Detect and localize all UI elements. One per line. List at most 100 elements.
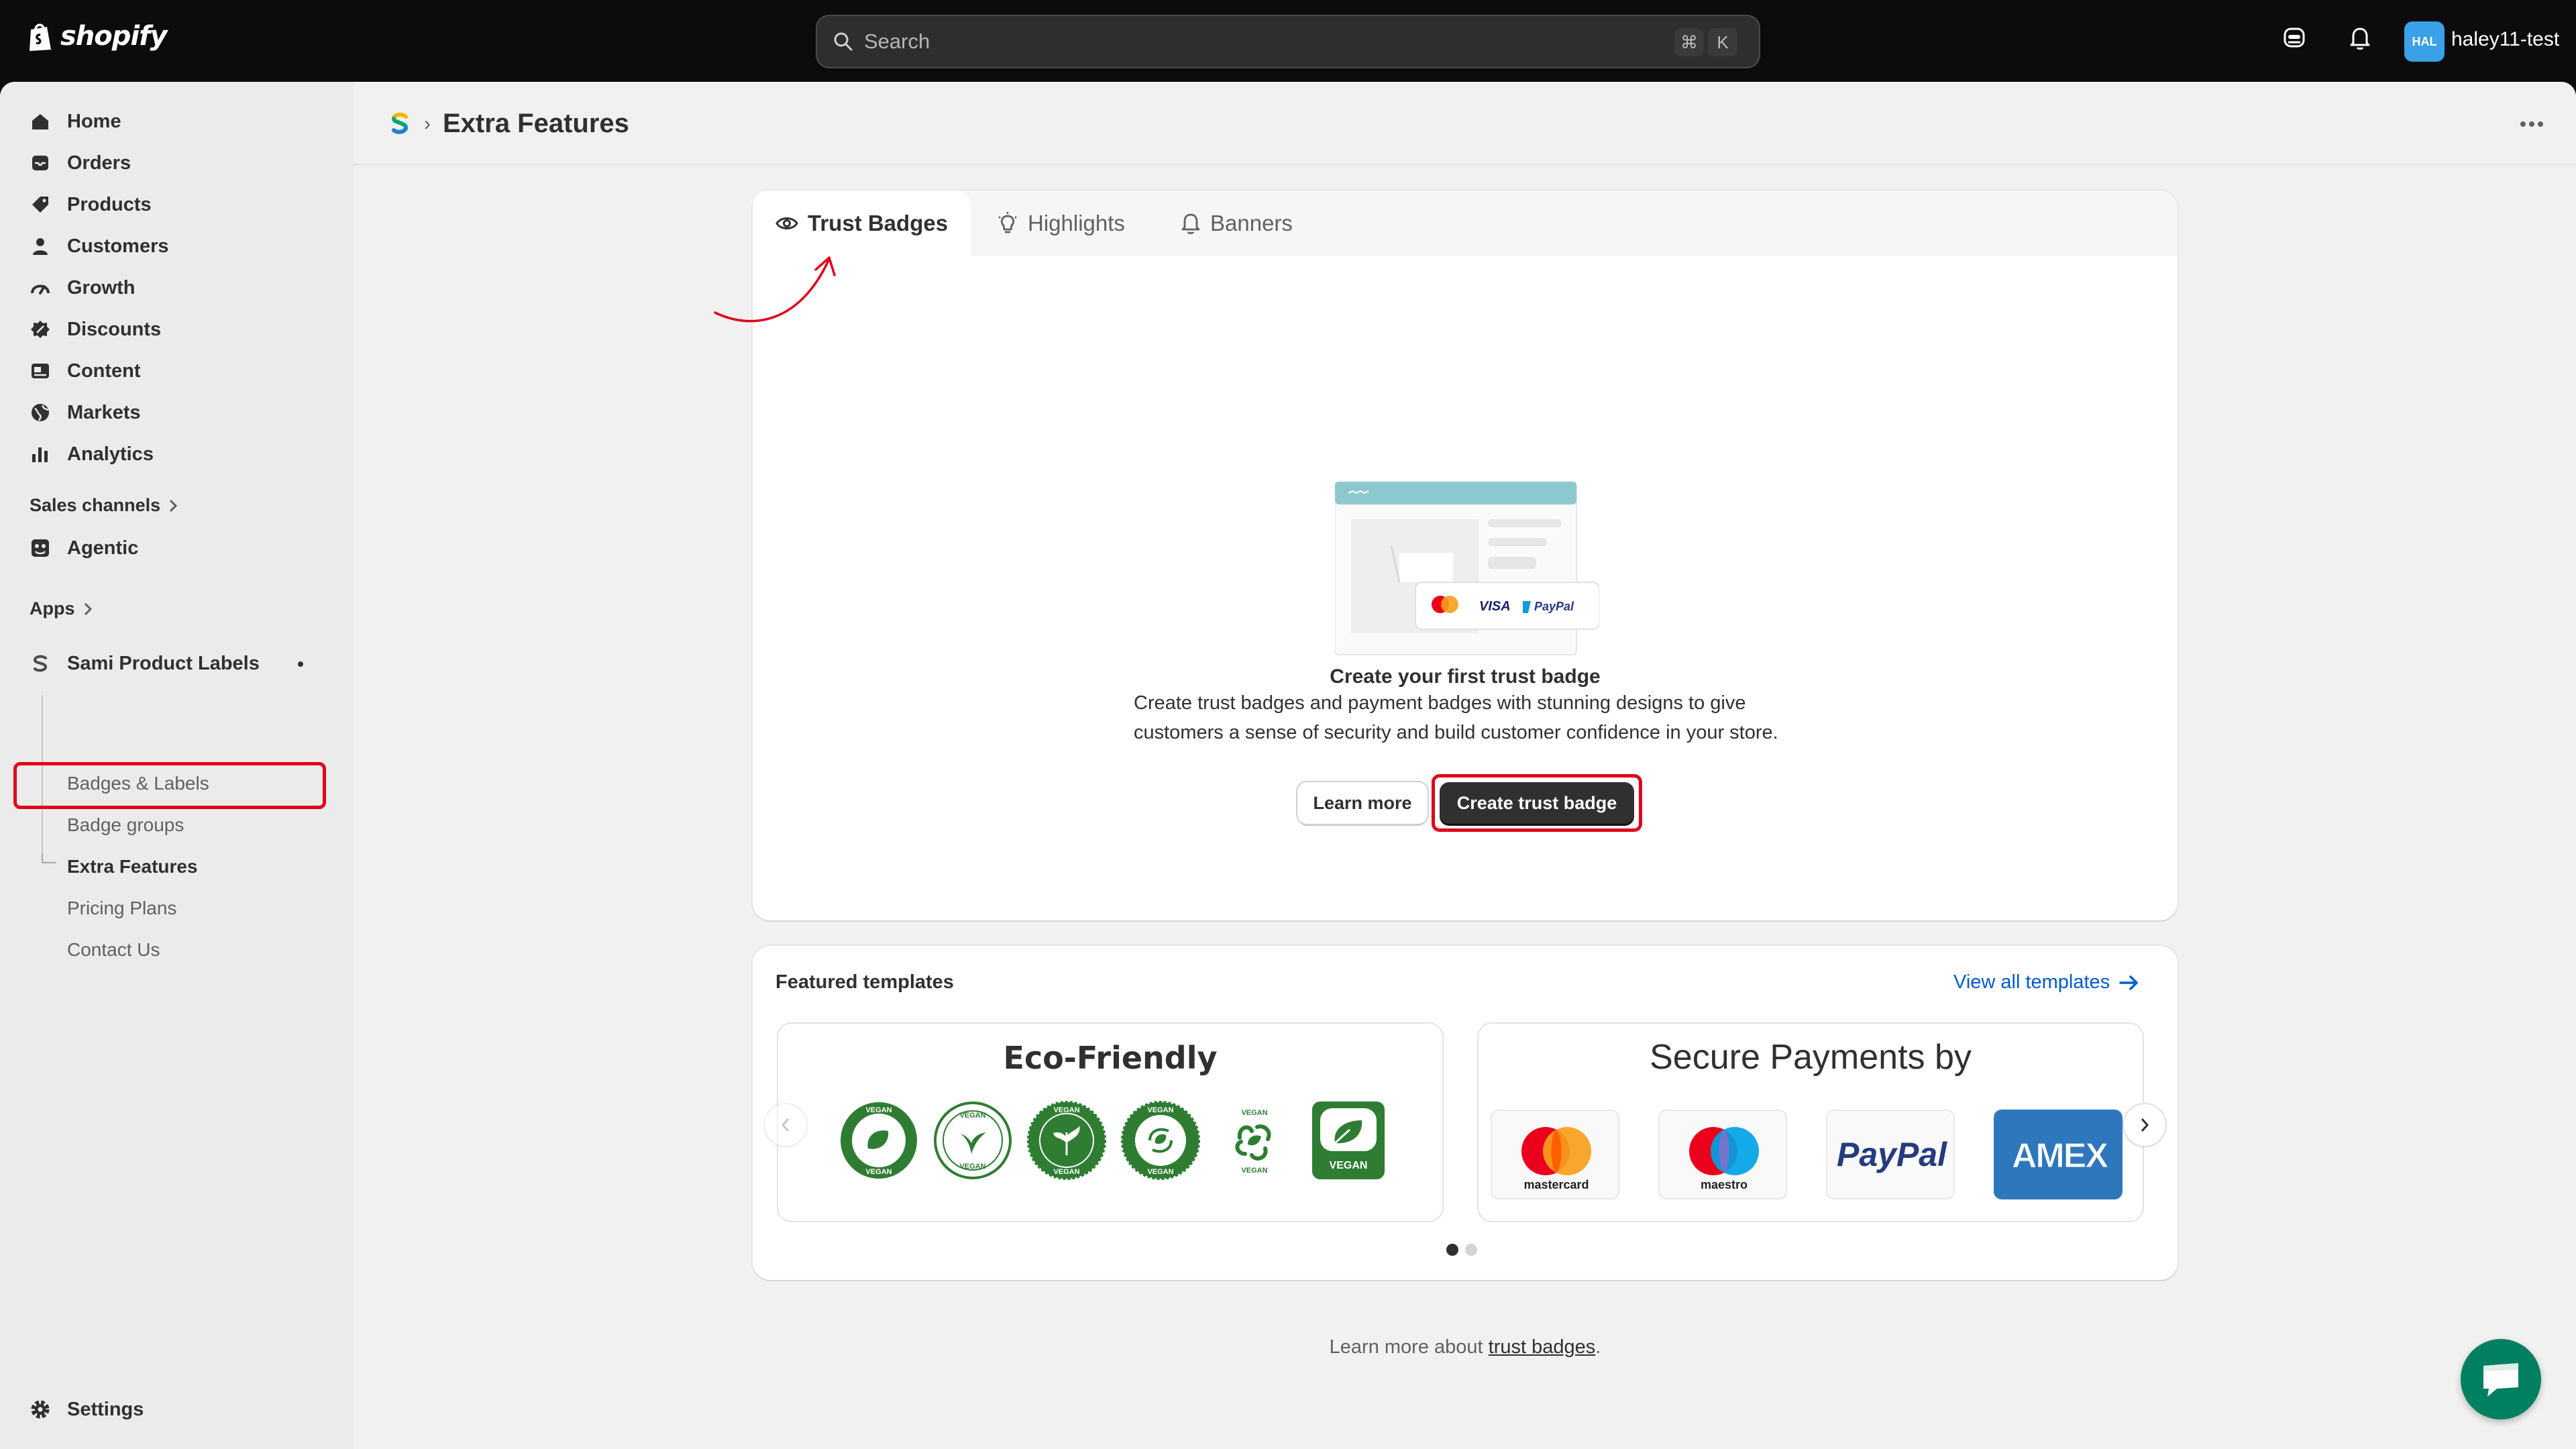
view-all-templates-link[interactable]: View all templates bbox=[1953, 971, 2139, 994]
arrow-right-icon bbox=[2119, 975, 2138, 990]
vegan-badge-icon: VEGAN VEGAN bbox=[1121, 1101, 1200, 1180]
more-horizontal-icon[interactable] bbox=[2520, 121, 2544, 127]
sidebar-subitem-pricing-plans[interactable]: Pricing Plans bbox=[67, 898, 176, 919]
template-title: Secure Payments by bbox=[1650, 1038, 1972, 1077]
sidebar-item-label: Customers bbox=[67, 235, 169, 257]
sidebar-subitem-extra-features[interactable]: Extra Features bbox=[67, 856, 198, 877]
gear-icon bbox=[31, 1400, 50, 1419]
sidekick-icon[interactable] bbox=[2282, 25, 2306, 50]
carousel-dot[interactable] bbox=[1465, 1244, 1477, 1256]
sidebar-item-products[interactable]: Products bbox=[0, 184, 354, 225]
sidebar-item-label: Settings bbox=[67, 1398, 144, 1420]
discount-icon bbox=[31, 321, 50, 338]
template-eco-friendly[interactable]: Eco-Friendly VEGAN VEGAN VEGAN VEGAN VEGAN… bbox=[777, 1022, 1444, 1222]
tab-highlights[interactable]: Highlights bbox=[997, 191, 1125, 256]
store-name[interactable]: haley11-test bbox=[2451, 28, 2559, 51]
tab-label: Banners bbox=[1210, 211, 1293, 235]
bell-icon[interactable] bbox=[2348, 25, 2372, 51]
payment-label: maestro bbox=[1701, 1178, 1748, 1191]
carousel-dot[interactable] bbox=[1446, 1244, 1458, 1256]
trust-badges-link[interactable]: trust badges bbox=[1489, 1336, 1596, 1358]
sidebar-item-sami-product-labels[interactable]: Sami Product Labels bbox=[0, 643, 354, 684]
tree-elbow bbox=[42, 853, 56, 863]
sidebar-subitem-contact-us[interactable]: Contact Us bbox=[67, 939, 160, 961]
sidebar-subitem-badge-groups[interactable]: Badge groups bbox=[67, 814, 184, 836]
trust-badges-card: Trust Badges Highlights Banners VISA Pay… bbox=[714, 191, 2178, 920]
payment-label: PayPal bbox=[1837, 1136, 1947, 1173]
globe-icon bbox=[32, 404, 49, 421]
vegan-badge-icon: VEGAN VEGAN bbox=[1235, 1109, 1271, 1175]
featured-templates-card: Featured templates View all templates Ec… bbox=[753, 946, 2178, 1280]
tag-icon bbox=[32, 197, 48, 213]
sidebar-item-label: Content bbox=[67, 360, 141, 382]
badge-label: VEGAN bbox=[1053, 1168, 1079, 1176]
sales-channels-section[interactable]: Sales channels bbox=[30, 495, 178, 516]
apps-label: Apps bbox=[30, 598, 75, 619]
chevron-left-icon bbox=[781, 1118, 790, 1132]
apps-section[interactable]: Apps bbox=[30, 598, 93, 619]
badge-label: VEGAN bbox=[1147, 1168, 1173, 1176]
tab-banners[interactable]: Banners bbox=[1181, 191, 1293, 256]
payment-label: AMEX bbox=[2012, 1136, 2109, 1175]
sidebar-item-label: Markets bbox=[67, 401, 141, 423]
carousel-next-button[interactable] bbox=[2124, 1104, 2165, 1146]
content-icon bbox=[32, 364, 49, 378]
trust-badge-illustration: VISA PayPal bbox=[1335, 482, 1599, 655]
tab-label: Highlights bbox=[1028, 211, 1125, 235]
vegan-badge-row: VEGAN VEGAN VEGAN VEGAN VEGAN VEGAN VEGAN VE… bbox=[839, 1100, 1389, 1181]
badge-label: VEGAN bbox=[1241, 1109, 1267, 1117]
sidebar-item-label: Analytics bbox=[67, 443, 154, 465]
chat-button[interactable] bbox=[2461, 1339, 2541, 1419]
vegan-badge-icon: VEGAN VEGAN bbox=[841, 1102, 917, 1179]
maestro-logo: maestro bbox=[1658, 1110, 1787, 1199]
featured-templates-title: Featured templates bbox=[775, 971, 954, 993]
gauge-icon bbox=[31, 284, 50, 294]
avatar[interactable]: HAL bbox=[2404, 21, 2445, 62]
empty-state-title: Create your first trust badge bbox=[1330, 665, 1601, 688]
sidebar-item-growth[interactable]: Growth bbox=[0, 267, 354, 309]
sidebar-item-analytics[interactable]: Analytics bbox=[0, 433, 354, 475]
sidebar-item-label: Orders bbox=[67, 152, 131, 174]
vegan-badge-icon: VEGAN VEGAN bbox=[934, 1102, 1012, 1179]
illustration-visa-text: VISA bbox=[1479, 599, 1511, 614]
chevron-right-icon bbox=[170, 499, 178, 512]
search-icon bbox=[834, 32, 853, 51]
annotation-arrow-icon bbox=[714, 256, 836, 323]
admin-frame: Home Orders Products Customers Growth Di… bbox=[0, 82, 2576, 1449]
sidebar-item-label: Discounts bbox=[67, 318, 162, 340]
shopify-logo[interactable]: shopify bbox=[27, 20, 168, 52]
mastercard-logo: mastercard bbox=[1491, 1110, 1619, 1199]
amex-logo: AMEX bbox=[1994, 1110, 2123, 1199]
badge-label: VEGAN bbox=[1330, 1160, 1368, 1171]
bell-icon bbox=[1181, 213, 1200, 234]
sidebar-item-discounts[interactable]: Discounts bbox=[0, 309, 354, 350]
sidebar: Home Orders Products Customers Growth Di… bbox=[0, 82, 354, 1449]
sidebar-item-settings[interactable]: Settings bbox=[0, 1389, 354, 1430]
chat-icon bbox=[2483, 1363, 2518, 1397]
carousel-prev-button[interactable] bbox=[765, 1104, 806, 1146]
sidebar-item-home[interactable]: Home bbox=[0, 101, 354, 142]
badge-label: VEGAN bbox=[959, 1112, 985, 1120]
learn-more-footnote: Learn more about trust badges. bbox=[354, 1336, 2576, 1358]
sidebar-item-markets[interactable]: Markets bbox=[0, 392, 354, 433]
main-content: › Extra Features Trust Badges Highlights… bbox=[354, 82, 2576, 1449]
sidebar-item-customers[interactable]: Customers bbox=[0, 225, 354, 267]
app-logo-icon[interactable] bbox=[388, 111, 412, 138]
search-bar[interactable]: Search ⌘ K bbox=[816, 15, 1760, 68]
sidebar-item-content[interactable]: Content bbox=[0, 350, 354, 392]
vegan-badge-icon: VEGAN VEGAN bbox=[1027, 1101, 1106, 1180]
badge-label: VEGAN bbox=[865, 1106, 892, 1114]
vegan-badge-icon: VEGAN bbox=[1312, 1102, 1385, 1179]
page-title: Extra Features bbox=[443, 109, 629, 138]
footnote-suffix: . bbox=[1595, 1336, 1601, 1358]
template-secure-payments[interactable]: Secure Payments by mastercard maestro Pa… bbox=[1477, 1022, 2144, 1222]
sidebar-item-agentic[interactable]: Agentic bbox=[0, 527, 354, 569]
highlight-create-button bbox=[1432, 774, 1642, 832]
sidebar-item-orders[interactable]: Orders bbox=[0, 142, 354, 184]
learn-more-button[interactable]: Learn more bbox=[1297, 782, 1428, 824]
badge-label: VEGAN bbox=[1053, 1106, 1079, 1114]
sidebar-item-label: Agentic bbox=[67, 537, 139, 559]
search-placeholder: Search bbox=[864, 30, 930, 53]
eye-icon bbox=[775, 217, 798, 229]
badge-label: VEGAN bbox=[959, 1163, 985, 1171]
